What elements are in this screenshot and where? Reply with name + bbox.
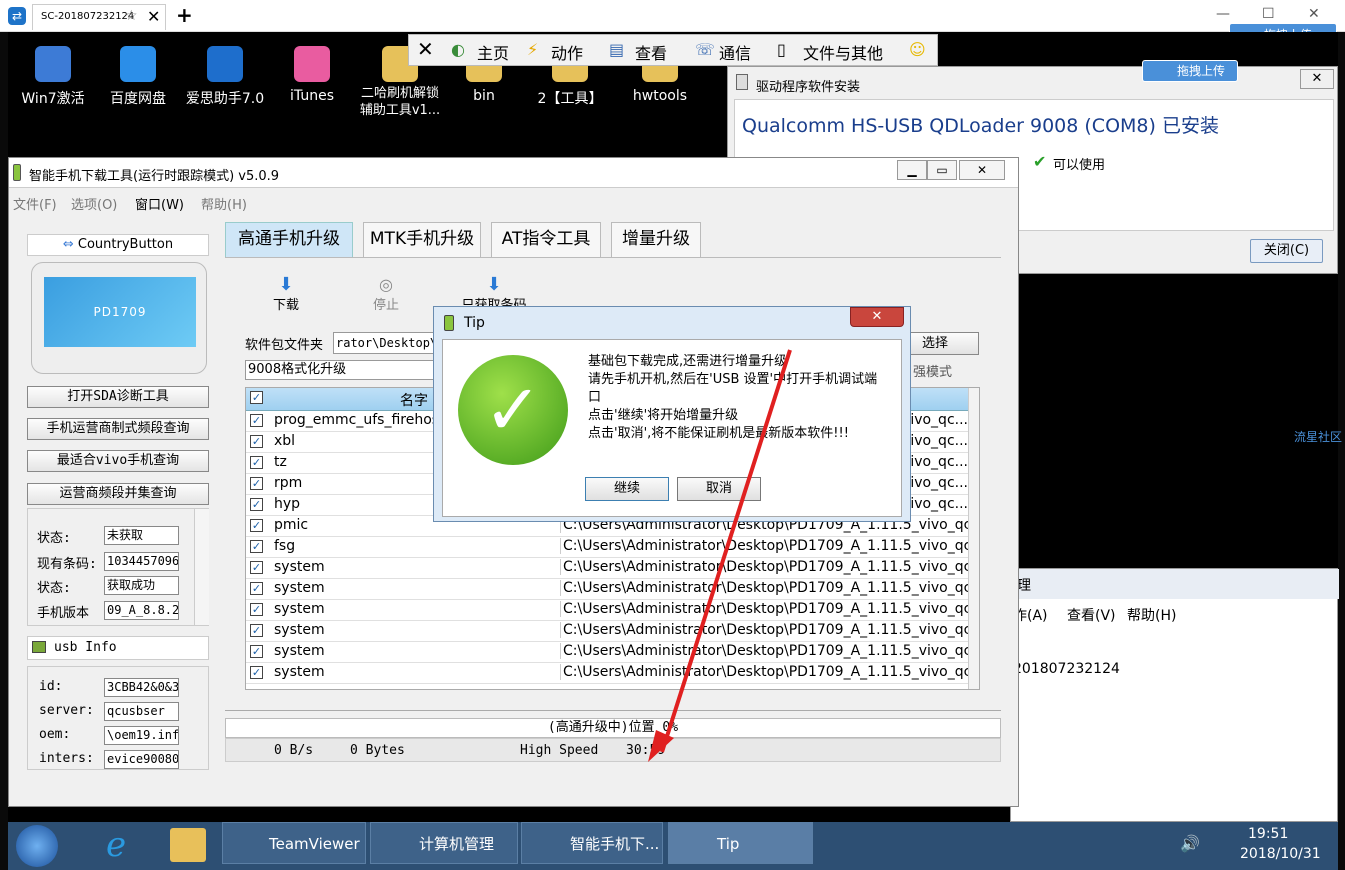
clock-date: 2018/10/31 (1240, 846, 1321, 862)
taskbar-label: Tip (717, 835, 740, 853)
taskbar-label: TeamViewer (269, 835, 360, 853)
taskbar-label: 计算机管理 (419, 835, 495, 853)
annotation-arrow (648, 349, 792, 762)
taskbar-item-teamviewer[interactable]: TeamViewer (222, 822, 366, 864)
volume-icon[interactable]: 🔊 (1180, 834, 1200, 853)
taskbar-item-computer-mgmt[interactable]: 计算机管理 (370, 822, 518, 864)
taskbar: ℯ TeamViewer 计算机管理 智能手机下... Tip 🔊 19:51 … (8, 822, 1338, 870)
start-button[interactable] (16, 825, 58, 867)
explorer-icon[interactable] (170, 828, 206, 862)
ie-icon[interactable]: ℯ (106, 826, 126, 864)
clock-time: 19:51 (1248, 826, 1289, 842)
arrow-line (660, 349, 792, 753)
taskbar-item-flash-tool[interactable]: 智能手机下... (521, 822, 663, 864)
arrow-head (648, 730, 674, 762)
taskbar-label: 智能手机下... (570, 835, 660, 853)
taskbar-item-tip[interactable]: Tip (668, 822, 813, 864)
